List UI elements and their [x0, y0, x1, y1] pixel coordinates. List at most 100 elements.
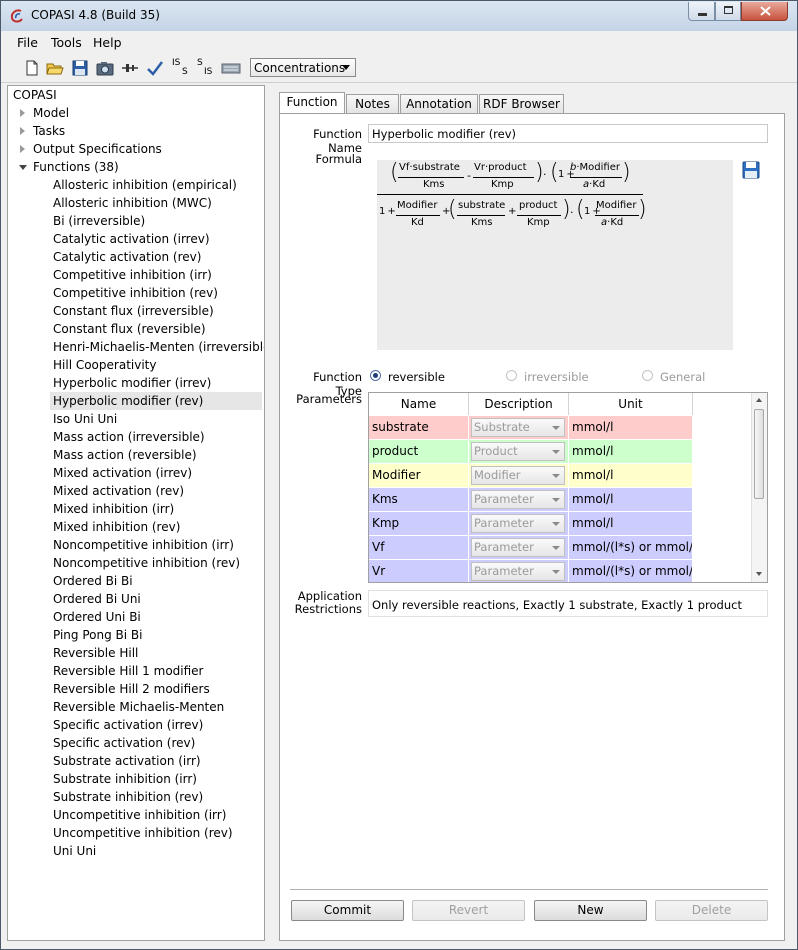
expand-arrow-icon[interactable]	[20, 145, 25, 153]
function-list-item[interactable]: Allosteric inhibition (empirical)	[8, 176, 264, 194]
sliders-icon[interactable]	[120, 58, 140, 78]
function-list-item[interactable]: Mass action (irreversible)	[8, 428, 264, 446]
scroll-up-arrow-icon[interactable]	[756, 398, 762, 402]
new-file-icon[interactable]	[22, 58, 42, 78]
menu-file[interactable]: File	[17, 35, 38, 50]
function-list-item[interactable]: Ordered Bi Uni	[8, 590, 264, 608]
function-list-item[interactable]: Mass action (reversible)	[8, 446, 264, 464]
save-icon[interactable]	[70, 58, 90, 78]
tree-node-model[interactable]: Model	[8, 104, 264, 122]
param-description-select[interactable]: Parameter	[471, 538, 565, 557]
table-row: product Product mmol/l	[369, 440, 693, 464]
param-name-cell[interactable]: Modifier	[369, 464, 469, 488]
column-header-description[interactable]: Description	[469, 393, 569, 415]
tab-notes[interactable]: Notes	[346, 94, 399, 114]
function-list-item[interactable]: Allosteric inhibition (MWC)	[8, 194, 264, 212]
is-s-icon[interactable]: IS S	[170, 58, 190, 78]
param-description-select[interactable]: Substrate	[471, 418, 565, 437]
delete-button[interactable]: Delete	[655, 900, 768, 921]
function-list-item[interactable]: Ordered Uni Bi	[8, 608, 264, 626]
function-list-item[interactable]: Iso Uni Uni	[8, 410, 264, 428]
formula-paren: )	[622, 160, 631, 185]
parameters-scrollbar[interactable]	[751, 393, 767, 582]
function-list-item[interactable]: Competitive inhibition (rev)	[8, 284, 264, 302]
scroll-down-arrow-icon[interactable]	[756, 572, 762, 576]
function-list-item[interactable]: Noncompetitive inhibition (rev)	[8, 554, 264, 572]
check-icon[interactable]	[145, 58, 165, 78]
function-list-item[interactable]: Catalytic activation (rev)	[8, 248, 264, 266]
radio-irreversible[interactable]	[506, 370, 517, 381]
function-list-item[interactable]: Henri-Michaelis-Menten (irreversible)	[8, 338, 264, 356]
radio-reversible[interactable]	[370, 370, 381, 381]
expand-arrow-icon[interactable]	[20, 109, 25, 117]
tree-node-output-specifications[interactable]: Output Specifications	[8, 140, 264, 158]
scroll-thumb[interactable]	[754, 409, 764, 499]
function-list-item[interactable]: Reversible Hill	[8, 644, 264, 662]
param-name-cell[interactable]: Vr	[369, 560, 469, 582]
revert-button[interactable]: Revert	[412, 900, 525, 921]
function-list-item[interactable]: Mixed inhibition (irr)	[8, 500, 264, 518]
function-list-item[interactable]: Substrate inhibition (irr)	[8, 770, 264, 788]
s-is-icon[interactable]: S IS	[195, 58, 215, 78]
param-description-select[interactable]: Parameter	[471, 514, 565, 533]
function-list-item[interactable]: Noncompetitive inhibition (irr)	[8, 536, 264, 554]
param-name-cell[interactable]: Kmp	[369, 512, 469, 536]
function-list-item[interactable]: Specific activation (rev)	[8, 734, 264, 752]
tree-root[interactable]: COPASI	[8, 86, 264, 104]
expand-arrow-icon[interactable]	[20, 127, 25, 135]
function-list-item[interactable]: Reversible Hill 2 modifiers	[8, 680, 264, 698]
function-list-item[interactable]: Competitive inhibition (irr)	[8, 266, 264, 284]
function-list-item[interactable]: Constant flux (reversible)	[8, 320, 264, 338]
function-list-item[interactable]: Mixed activation (rev)	[8, 482, 264, 500]
function-list-item[interactable]: Ping Pong Bi Bi	[8, 626, 264, 644]
param-description-select[interactable]: Modifier	[471, 466, 565, 485]
save-formula-icon[interactable]	[742, 161, 760, 179]
function-list-item[interactable]: Uni Uni	[8, 842, 264, 860]
concentrations-select[interactable]: Concentrations	[250, 58, 356, 77]
function-list-item[interactable]: Ordered Bi Bi	[8, 572, 264, 590]
param-description-select[interactable]: Parameter	[471, 562, 565, 581]
param-name-cell[interactable]: product	[369, 440, 469, 464]
function-list-item[interactable]: Constant flux (irreversible)	[8, 302, 264, 320]
open-folder-icon[interactable]	[45, 58, 65, 78]
tree-node-functions[interactable]: Functions (38)	[8, 158, 264, 176]
tree-node-tasks[interactable]: Tasks	[8, 122, 264, 140]
menu-help[interactable]: Help	[93, 35, 122, 50]
function-list-item[interactable]: Reversible Michaelis-Menten	[8, 698, 264, 716]
camera-icon[interactable]	[95, 58, 115, 78]
function-list-item[interactable]: Substrate inhibition (rev)	[8, 788, 264, 806]
tab-function[interactable]: Function	[279, 92, 345, 114]
commit-button[interactable]: Commit	[291, 900, 404, 921]
function-list-item[interactable]: Bi (irreversible)	[8, 212, 264, 230]
function-list-item-label: Mass action (reversible)	[53, 448, 197, 462]
function-list-item[interactable]: Catalytic activation (irrev)	[8, 230, 264, 248]
function-list-item[interactable]: Specific activation (irrev)	[8, 716, 264, 734]
function-list-item[interactable]: Uncompetitive inhibition (rev)	[8, 824, 264, 842]
function-list-item[interactable]: Reversible Hill 1 modifier	[8, 662, 264, 680]
function-list-item[interactable]: Hyperbolic modifier (rev)	[50, 392, 262, 410]
column-header-unit[interactable]: Unit	[569, 393, 693, 415]
maximize-button[interactable]	[715, 2, 741, 21]
param-name-cell[interactable]: Vf	[369, 536, 469, 560]
function-name-input[interactable]: Hyperbolic modifier (rev)	[368, 124, 768, 143]
param-name-cell[interactable]: Kms	[369, 488, 469, 512]
function-list-item[interactable]: Uncompetitive inhibition (irr)	[8, 806, 264, 824]
parameter-overview-icon[interactable]	[221, 58, 241, 78]
radio-general[interactable]	[642, 370, 653, 381]
function-list-item[interactable]: Mixed activation (irrev)	[8, 464, 264, 482]
new-button[interactable]: New	[534, 900, 647, 921]
param-description-select[interactable]: Product	[471, 442, 565, 461]
function-list-item[interactable]: Hyperbolic modifier (irrev)	[8, 374, 264, 392]
function-list-item[interactable]: Mixed inhibition (rev)	[8, 518, 264, 536]
function-list-item[interactable]: Substrate activation (irr)	[8, 752, 264, 770]
tab-rdf-browser[interactable]: RDF Browser	[479, 94, 564, 114]
menu-tools[interactable]: Tools	[51, 35, 82, 50]
close-button[interactable]	[741, 2, 788, 21]
param-name-cell[interactable]: substrate	[369, 416, 469, 440]
column-header-name[interactable]: Name	[369, 393, 469, 415]
tab-annotation[interactable]: Annotation	[400, 94, 478, 114]
param-description-select[interactable]: Parameter	[471, 490, 565, 509]
minimize-button[interactable]	[688, 2, 715, 21]
collapse-arrow-icon[interactable]	[19, 165, 27, 170]
function-list-item[interactable]: Hill Cooperativity	[8, 356, 264, 374]
